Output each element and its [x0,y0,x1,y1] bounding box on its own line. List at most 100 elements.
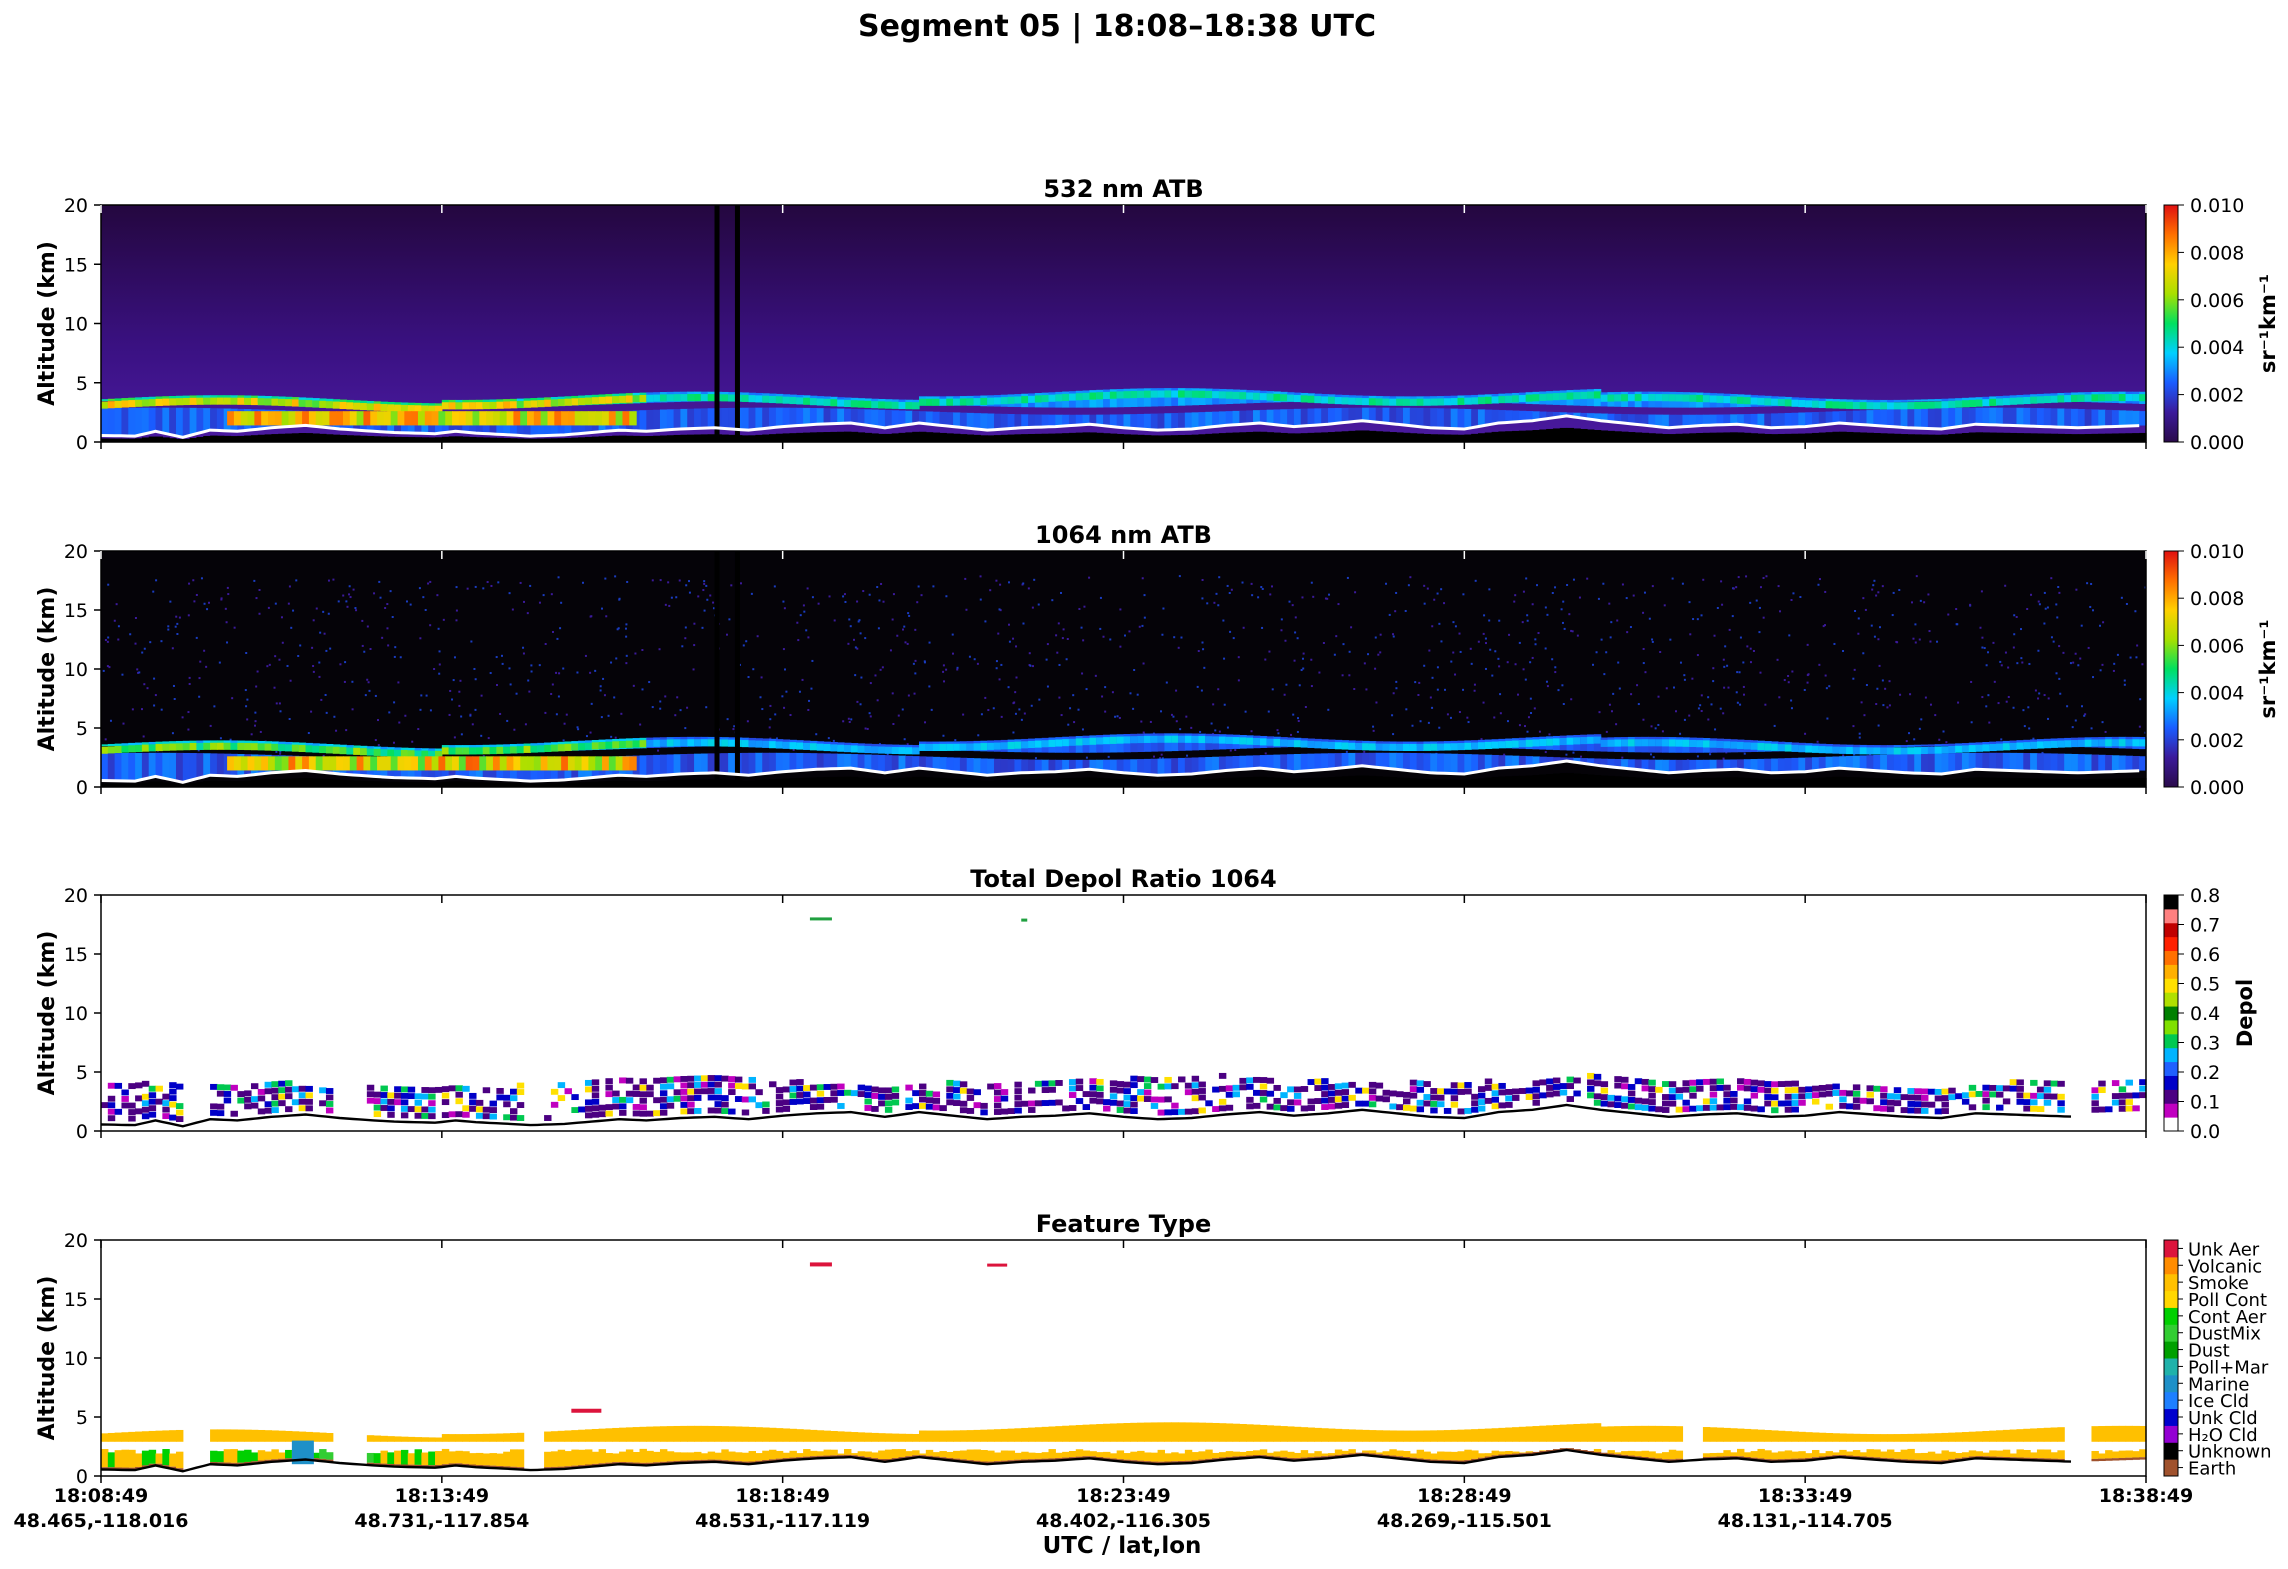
below-surface [2030,433,2038,442]
depol-cell [1573,1090,1581,1097]
noise-speckle [244,689,247,692]
depol-cell [114,1082,123,1089]
noise-speckle [1200,689,1203,692]
aerosol-layer-core [2077,394,2086,402]
noise-speckle [590,615,593,618]
noise-speckle [641,688,644,691]
boundary-layer-cell [775,752,784,773]
depol-cell [1723,1104,1731,1111]
depol-cell [1103,1099,1111,1106]
aerosol-layer-core [2132,739,2140,747]
noise-speckle [610,661,613,664]
smoke-plume-cell [322,756,330,771]
depol-cell [1689,1105,1697,1112]
noise-speckle [702,589,705,592]
below-surface [469,781,477,787]
aerosol-layer-cell [1927,744,1936,747]
noise-speckle [368,689,371,692]
aerosol-layer-core [1777,744,1786,752]
aerosol-layer-cell [121,743,129,746]
noise-speckle [404,714,407,717]
noise-speckle [160,708,163,711]
smoke-plume-cell [479,756,487,771]
below-surface [741,435,750,442]
boundary-layer-cell [639,410,647,432]
depol-cell [257,1088,266,1095]
depol-cell [639,1104,647,1111]
below-surface [1730,432,1738,442]
noise-speckle [307,732,310,735]
depol-cell [2030,1079,2038,1086]
noise-speckle [1185,715,1188,718]
noise-speckle [565,713,568,716]
boundary-layer-cell [953,412,961,427]
smoke-plume-cell [581,756,589,771]
depol-cell [1811,1085,1820,1092]
depol-cell [1028,1107,1036,1113]
aerosol-layer-core [2057,740,2065,748]
noise-speckle [942,670,945,673]
depol-cell [1852,1090,1861,1097]
below-surface [789,433,797,442]
depol-cell [1737,1078,1745,1085]
noise-speckle [585,735,588,738]
below-surface [987,780,995,787]
y-tick-label: 10 [64,314,88,336]
aerosol-layer-core [2071,394,2079,402]
aerosol-layer-core [325,746,334,754]
depol-cell [278,1087,286,1094]
boundary-layer-cell [2118,755,2127,772]
boundary-layer-cell [728,407,736,429]
noise-speckle [1277,732,1280,735]
noise-speckle [1914,641,1917,644]
noise-speckle [542,594,545,597]
aerosol-layer-core [1675,739,1684,747]
noise-speckle [1395,687,1398,690]
noise-speckle [1419,720,1422,723]
noise-speckle [198,695,201,698]
aerosol-layer-core [1307,395,1315,403]
noise-speckle [1395,680,1398,683]
noise-speckle [1379,633,1382,636]
depol-cell [1382,1096,1390,1103]
below-surface [1927,779,1936,787]
depol-cell [953,1093,961,1100]
noise-speckle [2007,695,2010,698]
noise-speckle [1526,614,1529,617]
boundary-layer-cell [1116,414,1125,428]
noise-speckle [198,677,201,680]
noise-speckle [351,708,354,711]
noise-speckle [989,589,992,592]
noise-speckle [1597,597,1600,600]
depol-cell [1028,1100,1036,1107]
noise-speckle [122,722,125,725]
aerosol-layer-core [298,399,307,407]
boundary-layer-cell [837,408,845,424]
depol-cell [1089,1078,1097,1085]
boundary-layer-cell [1048,414,1056,427]
noise-speckle [1610,621,1613,624]
noise-speckle [1007,623,1010,626]
noise-speckle [614,575,617,578]
below-surface [1532,430,1540,442]
depol-cell [632,1110,641,1117]
boundary-layer-cell [1975,407,1983,425]
noise-speckle [892,722,895,725]
aerosol-layer-core [1253,392,1261,400]
noise-speckle [2055,603,2058,606]
depol-cell [380,1105,388,1111]
noise-speckle [1942,730,1945,733]
noise-speckle [176,633,179,636]
depol-cell [1259,1077,1268,1083]
noise-speckle [907,612,910,615]
depol-cell [2057,1080,2065,1087]
noise-speckle [712,601,715,604]
noise-speckle [1392,692,1395,695]
boundary-layer-cell [1968,752,1977,770]
below-surface [1777,779,1786,787]
smoke-plume-cell [554,756,562,771]
below-surface [1253,431,1261,442]
noise-speckle [1104,710,1107,713]
noise-speckle [1578,596,1581,599]
depol-cell [298,1092,307,1099]
